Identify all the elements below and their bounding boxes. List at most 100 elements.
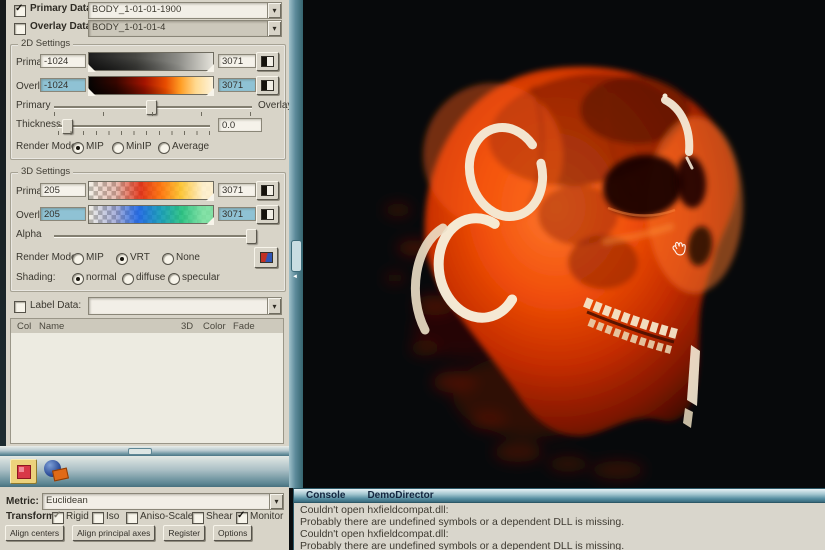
- primary-data-combobox[interactable]: BODY_1-01-01-1900 ▾: [88, 2, 282, 19]
- console-titlebar[interactable]: Console DemoDirector: [294, 488, 825, 503]
- 3d-render-none-radio[interactable]: [162, 253, 174, 265]
- column-col[interactable]: Col: [17, 321, 31, 332]
- 2d-render-minip-radio[interactable]: [112, 142, 124, 154]
- primary-data-checkbox[interactable]: [14, 5, 26, 17]
- tab-demodirector[interactable]: DemoDirector: [367, 490, 433, 501]
- 2d-render-minip-label: MinIP: [126, 141, 152, 152]
- 3d-colormap-editor-button[interactable]: [254, 247, 278, 268]
- shading-diffuse-radio[interactable]: [122, 273, 134, 285]
- 2d-render-average-radio[interactable]: [158, 142, 170, 154]
- thickness-slider[interactable]: [58, 125, 210, 128]
- column-3d[interactable]: 3D: [181, 321, 193, 332]
- transform-aniso-label: Aniso-Scale: [140, 511, 193, 522]
- overlay-data-label: Overlay Data:: [30, 21, 94, 32]
- 2d-overlay-colormap-ramp[interactable]: [88, 76, 214, 95]
- application-window: Primary Data: BODY_1-01-01-1900 ▾ Overla…: [0, 0, 825, 550]
- 3d-render-mip-radio[interactable]: [72, 253, 84, 265]
- 3d-primary-max-field[interactable]: [218, 183, 256, 197]
- red-cube-icon: [17, 465, 31, 479]
- alpha-slider-thumb[interactable]: [246, 229, 257, 244]
- rgb-histogram-icon: [260, 252, 273, 263]
- splitter-handle[interactable]: [128, 448, 152, 455]
- 2d-primary-min-field[interactable]: [40, 54, 86, 68]
- warm-colormap-overlay: [89, 182, 213, 199]
- transform-label: Transform:: [6, 511, 58, 522]
- dropdown-arrow-icon[interactable]: ▾: [269, 494, 283, 509]
- orange-box-icon: [52, 468, 69, 482]
- console-panel: Console DemoDirector Couldn't open hxfie…: [293, 488, 825, 550]
- splitter-handle[interactable]: [291, 240, 302, 272]
- shading-normal-radio[interactable]: [72, 273, 84, 285]
- 2d-overlay-min-field[interactable]: [40, 78, 86, 92]
- transform-monitor-checkbox[interactable]: [236, 512, 248, 524]
- 3d-primary-colormap-ramp[interactable]: [88, 181, 214, 200]
- tab-console[interactable]: Console: [306, 490, 345, 501]
- dropdown-arrow-icon[interactable]: ▾: [267, 21, 281, 36]
- shading-specular-radio[interactable]: [168, 273, 180, 285]
- colormap-icon: [261, 185, 274, 196]
- table-body-empty[interactable]: [10, 333, 284, 444]
- 2d-overlay-max-field[interactable]: [218, 78, 256, 92]
- ramp-handle-left[interactable]: [88, 64, 96, 72]
- 3d-render-vrt-label: VRT: [130, 252, 150, 263]
- register-module-button[interactable]: [42, 459, 72, 483]
- 3d-primary-min-field[interactable]: [40, 183, 86, 197]
- 2d-overlay-colormap-button[interactable]: [256, 76, 279, 95]
- column-fade[interactable]: Fade: [233, 321, 255, 332]
- transform-monitor-label: Monitor: [250, 511, 283, 522]
- horizontal-splitter[interactable]: [0, 446, 289, 456]
- 2d-primary-max-field[interactable]: [218, 54, 256, 68]
- collapse-arrow-icon[interactable]: ◄: [292, 274, 298, 280]
- ramp-handle-right[interactable]: [206, 64, 214, 72]
- console-log[interactable]: Couldn't open hxfieldcompat.dll: Probabl…: [294, 503, 825, 550]
- blend-slider[interactable]: [54, 106, 252, 109]
- align-principal-axes-button[interactable]: Align principal axes: [72, 525, 155, 541]
- options-button[interactable]: Options: [213, 525, 252, 541]
- 3d-overlay-max-field[interactable]: [218, 207, 256, 221]
- primary-data-label: Primary Data:: [30, 3, 95, 14]
- 3d-overlay-min-field[interactable]: [40, 207, 86, 221]
- console-message: Couldn't open hxfieldcompat.dll:: [300, 528, 825, 540]
- transform-iso-label: Iso: [106, 511, 119, 522]
- label-data-checkbox[interactable]: [14, 301, 26, 313]
- ramp-handle-left[interactable]: [88, 88, 96, 96]
- overlay-data-combobox[interactable]: BODY_1-01-01-4 ▾: [88, 20, 282, 37]
- 2d-render-mode-label: Render Mode:: [16, 141, 79, 152]
- 3d-overlay-colormap-button[interactable]: [256, 205, 279, 224]
- label-data-combobox[interactable]: ▾: [88, 297, 282, 315]
- metric-combobox[interactable]: Euclidean ▾: [42, 493, 284, 510]
- transform-aniso-checkbox[interactable]: [126, 512, 138, 524]
- viewer-settings-panel: Primary Data: BODY_1-01-01-1900 ▾ Overla…: [6, 0, 289, 446]
- column-name[interactable]: Name: [39, 321, 64, 332]
- alpha-slider[interactable]: [54, 235, 254, 238]
- data-module-button[interactable]: [10, 459, 37, 484]
- dropdown-arrow-icon[interactable]: ▾: [267, 298, 281, 314]
- align-centers-button[interactable]: Align centers: [5, 525, 64, 541]
- register-button[interactable]: Register: [163, 525, 205, 541]
- 2d-primary-colormap-button[interactable]: [256, 52, 279, 71]
- 2d-primary-colormap-ramp[interactable]: [88, 52, 214, 71]
- label-data-label: Label Data:: [30, 300, 81, 311]
- 3d-viewport[interactable]: [303, 0, 825, 488]
- ramp-handle-right[interactable]: [206, 88, 214, 96]
- transform-shear-checkbox[interactable]: [192, 512, 204, 524]
- ramp-handle-right[interactable]: [206, 217, 214, 225]
- vertical-splitter[interactable]: ◄: [289, 0, 303, 488]
- ramp-handle-right[interactable]: [206, 193, 214, 201]
- 2d-settings-title: 2D Settings: [18, 38, 73, 49]
- column-color[interactable]: Color: [203, 321, 226, 332]
- overlay-data-checkbox[interactable]: [14, 23, 26, 35]
- transform-rigid-checkbox[interactable]: [52, 512, 64, 524]
- 3d-render-mode-label: Render Mode:: [16, 252, 79, 263]
- transform-iso-checkbox[interactable]: [92, 512, 104, 524]
- 2d-render-mip-radio[interactable]: [72, 142, 84, 154]
- 3d-render-vrt-radio[interactable]: [116, 253, 128, 265]
- thickness-label: Thickness: [16, 119, 61, 130]
- dropdown-arrow-icon[interactable]: ▾: [267, 3, 281, 18]
- transform-rigid-label: Rigid: [66, 511, 89, 522]
- 3d-primary-colormap-button[interactable]: [256, 181, 279, 200]
- 3d-overlay-colormap-ramp[interactable]: [88, 205, 214, 224]
- shading-diffuse-label: diffuse: [136, 272, 165, 283]
- thickness-value-field[interactable]: [218, 118, 262, 132]
- alpha-label: Alpha: [16, 229, 42, 240]
